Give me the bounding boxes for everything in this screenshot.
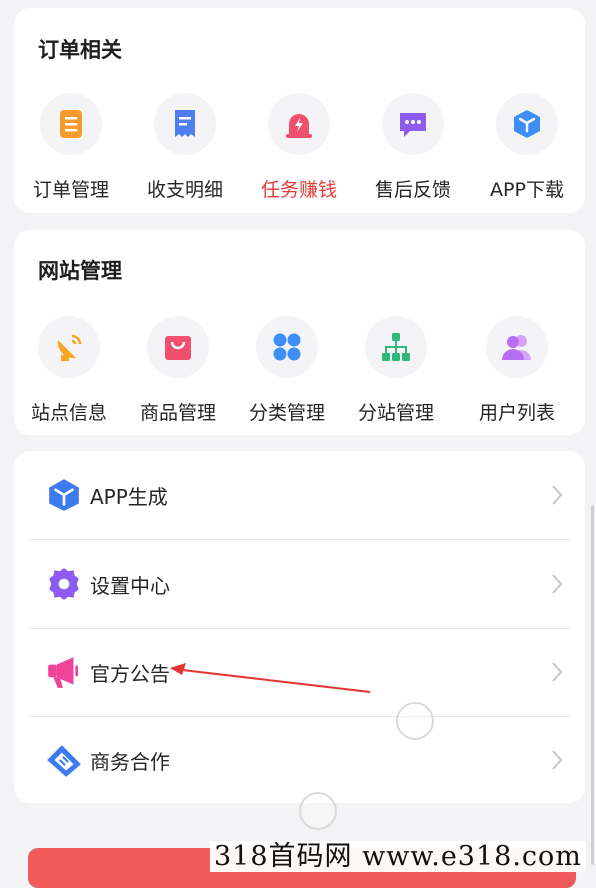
- grid-item-product-management[interactable]: 商品管理: [123, 316, 233, 425]
- grid-item-app-download[interactable]: APP下载: [472, 93, 582, 202]
- grid-item-category-management[interactable]: 分类管理: [232, 316, 342, 425]
- receipt-icon: [154, 93, 216, 155]
- scrollbar[interactable]: [591, 505, 594, 865]
- grid-label: 商品管理: [139, 402, 216, 424]
- grid-item-tasks-earn[interactable]: 任务赚钱: [244, 93, 354, 202]
- menu-card: APP生成 设置中心 官方公告 商务合作: [14, 451, 585, 803]
- alarm-bolt-icon: [268, 93, 330, 155]
- category-grid-icon: [256, 316, 318, 378]
- site-card: 网站管理 站点信息 商品管理 分类管理 分站管理 用户列表: [14, 230, 585, 435]
- grid-label: 订单管理: [32, 179, 109, 201]
- cube-icon: [496, 93, 558, 155]
- orders-card: 订单相关 订单管理 收支明细 任务赚钱 售后反馈 APP下载: [14, 8, 585, 213]
- annotation-arrow: [170, 663, 371, 693]
- menu-row-app-generate[interactable]: APP生成: [28, 451, 571, 539]
- grid-item-after-sales[interactable]: 售后反馈: [358, 93, 468, 202]
- grid-label: 用户列表: [478, 402, 555, 424]
- grid-label: 分类管理: [248, 402, 325, 424]
- grid-label: 分站管理: [357, 402, 434, 424]
- grid-item-order-management[interactable]: 订单管理: [16, 93, 126, 202]
- org-tree-icon: [365, 316, 427, 378]
- menu-row-settings[interactable]: 设置中心: [28, 540, 571, 628]
- grid-item-income-expense[interactable]: 收支明细: [130, 93, 240, 202]
- menu-row-label: 商务合作: [90, 749, 170, 774]
- grid-item-site-info[interactable]: 站点信息: [14, 316, 124, 425]
- touch-indicator: [299, 792, 337, 830]
- cube-icon: [42, 473, 86, 517]
- gear-icon: [42, 562, 86, 606]
- orders-card-title: 订单相关: [38, 38, 122, 62]
- grid-label: 售后反馈: [374, 179, 451, 201]
- menu-row-label: 设置中心: [90, 573, 170, 598]
- order-list-icon: [40, 93, 102, 155]
- grid-label: 收支明细: [146, 179, 223, 201]
- grid-item-user-list[interactable]: 用户列表: [462, 316, 572, 425]
- users-icon: [486, 316, 548, 378]
- megaphone-icon: [42, 650, 86, 694]
- grid-label: APP下载: [490, 179, 564, 201]
- chat-bubble-icon: [382, 93, 444, 155]
- grid-label: 任务赚钱: [260, 179, 337, 201]
- menu-row-label: APP生成: [90, 484, 168, 509]
- chevron-right-icon: [552, 485, 563, 505]
- watermark-text: 318首码网 www.e318.com: [210, 841, 586, 872]
- site-card-title: 网站管理: [38, 259, 122, 283]
- chevron-right-icon: [552, 574, 563, 594]
- handshake-icon: [42, 738, 86, 782]
- grid-label: 站点信息: [30, 402, 107, 424]
- menu-row-business-cooperation[interactable]: 商务合作: [28, 716, 571, 804]
- satellite-dish-icon: [38, 316, 100, 378]
- menu-row-label: 官方公告: [90, 661, 170, 686]
- grid-item-substation-management[interactable]: 分站管理: [341, 316, 451, 425]
- chevron-right-icon: [552, 750, 563, 770]
- chevron-right-icon: [552, 662, 563, 682]
- touch-indicator: [396, 702, 434, 740]
- shopping-bag-icon: [147, 316, 209, 378]
